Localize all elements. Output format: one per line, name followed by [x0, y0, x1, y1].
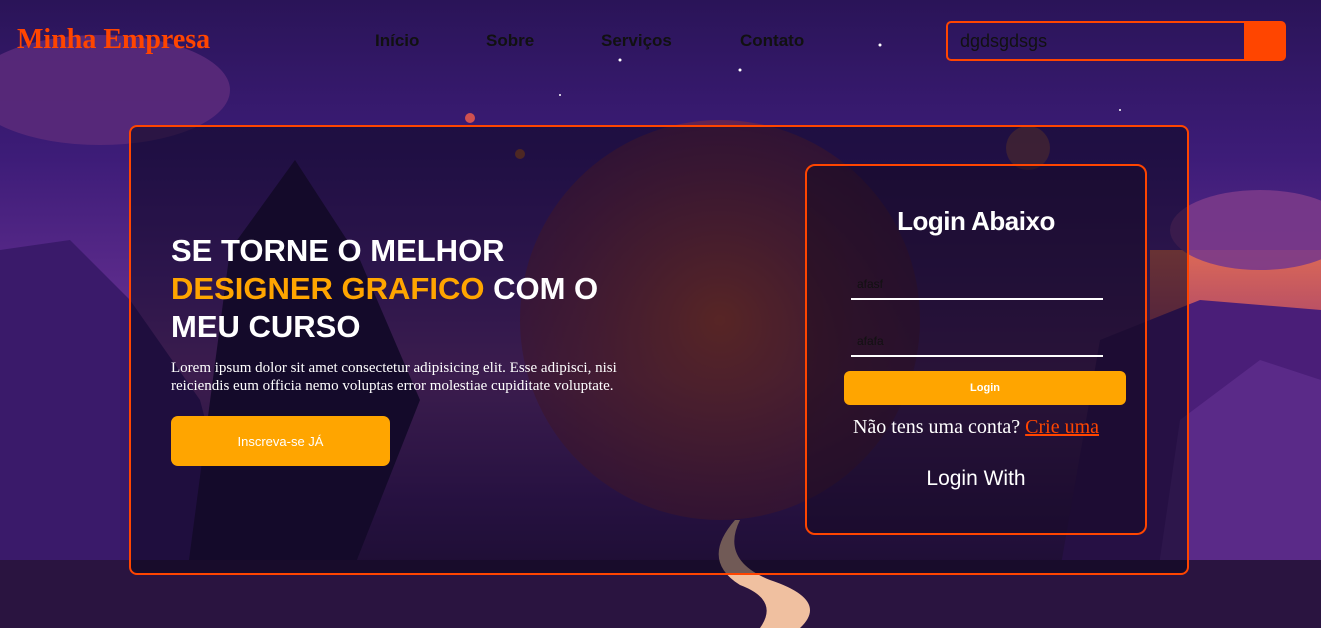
nav-item-servicos[interactable]: Serviços — [601, 31, 740, 51]
login-panel: Login Abaixo Login Não tens uma conta? C… — [805, 164, 1147, 535]
search-input[interactable] — [946, 21, 1244, 61]
hero-headline: SE TORNE O MELHOR DESIGNER GRAFICO COM O… — [171, 232, 651, 346]
signup-prompt: Não tens uma conta? Crie uma — [807, 416, 1145, 439]
subscribe-button[interactable]: Inscreva-se JÁ — [171, 416, 390, 466]
login-button[interactable]: Login — [844, 371, 1126, 405]
create-account-link[interactable]: Crie uma — [1025, 416, 1099, 438]
login-with-label: Login With — [926, 467, 1026, 490]
main-nav: Início Sobre Serviços Contato — [375, 31, 820, 51]
nav-item-contato[interactable]: Contato — [740, 31, 820, 51]
nav-item-inicio[interactable]: Início — [375, 31, 486, 51]
hero-description: Lorem ipsum dolor sit amet consectetur a… — [171, 360, 617, 394]
login-title: Login Abaixo — [897, 206, 1055, 236]
headline-part1: SE TORNE O MELHOR — [171, 233, 505, 268]
password-field[interactable] — [851, 327, 1103, 357]
company-logo[interactable]: Minha Empresa — [17, 24, 210, 56]
signup-text: Não tens uma conta? — [852, 416, 1026, 438]
nav-item-sobre[interactable]: Sobre — [486, 31, 601, 51]
search-bar — [946, 21, 1286, 61]
headline-accent: DESIGNER GRAFICO — [171, 271, 485, 306]
search-button[interactable] — [1244, 21, 1286, 61]
username-field[interactable] — [851, 270, 1103, 300]
